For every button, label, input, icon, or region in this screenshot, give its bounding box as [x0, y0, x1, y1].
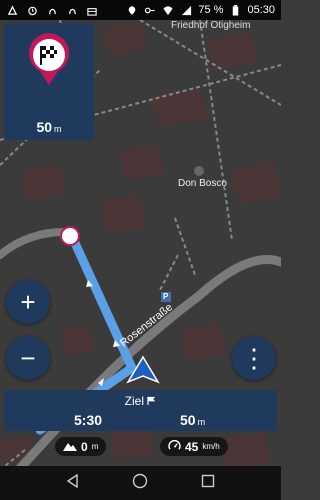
elevation-value: 0 — [81, 439, 88, 454]
speed-chip[interactable]: 45 km/h — [160, 437, 228, 456]
destination-label: Ziel — [124, 394, 144, 408]
elevation-chip[interactable]: 0 m — [55, 437, 107, 456]
remaining-distance-unit: m — [197, 417, 206, 427]
zoom-out-button[interactable]: − — [6, 336, 50, 380]
alarm-icon — [26, 4, 38, 16]
next-turn-distance-value: 50 — [36, 119, 53, 135]
cell-signal-icon — [180, 4, 192, 16]
store-icon — [86, 4, 98, 16]
system-navigation-bar — [0, 466, 281, 500]
status-bar: 75 % 05:30 — [0, 0, 281, 20]
cemetery-label: Friedhof Otigheim — [171, 20, 251, 31]
key-icon — [144, 4, 156, 16]
location-icon — [126, 4, 138, 16]
recents-icon[interactable] — [201, 474, 215, 493]
wifi-icon — [162, 4, 174, 16]
elevation-unit: m — [91, 442, 99, 451]
destination-row: Ziel — [4, 394, 277, 408]
speedometer-icon — [168, 439, 181, 454]
next-turn-distance-unit: m — [54, 124, 62, 134]
navigation-info-panel[interactable]: Ziel 5:30 50 m — [4, 390, 277, 431]
remaining-distance: 50 m — [180, 412, 205, 428]
signal-app-icon — [6, 4, 18, 16]
app-icon-1 — [46, 4, 58, 16]
battery-percent: 75 % — [198, 4, 224, 16]
zoom-in-button[interactable]: + — [6, 280, 50, 324]
more-menu-button[interactable]: ⋮ — [232, 336, 276, 380]
remaining-distance-value: 50 — [180, 412, 196, 428]
next-turn-card[interactable]: 50 m — [4, 23, 94, 140]
speed-value: 45 — [185, 439, 199, 454]
flag-icon — [147, 394, 156, 408]
battery-icon — [229, 4, 241, 16]
speed-unit: km/h — [202, 442, 220, 451]
clock: 05:30 — [247, 4, 275, 16]
back-icon[interactable] — [66, 473, 80, 493]
parking-label: P — [163, 292, 169, 301]
destination-flag-icon — [29, 33, 69, 85]
elevation-icon — [63, 440, 77, 454]
app-icon-2 — [66, 4, 78, 16]
home-button-icon[interactable] — [132, 473, 148, 494]
arrival-time: 5:30 — [74, 412, 103, 428]
next-turn-distance: 50 m — [4, 119, 94, 135]
poi-label: Don Bosco — [178, 178, 227, 189]
